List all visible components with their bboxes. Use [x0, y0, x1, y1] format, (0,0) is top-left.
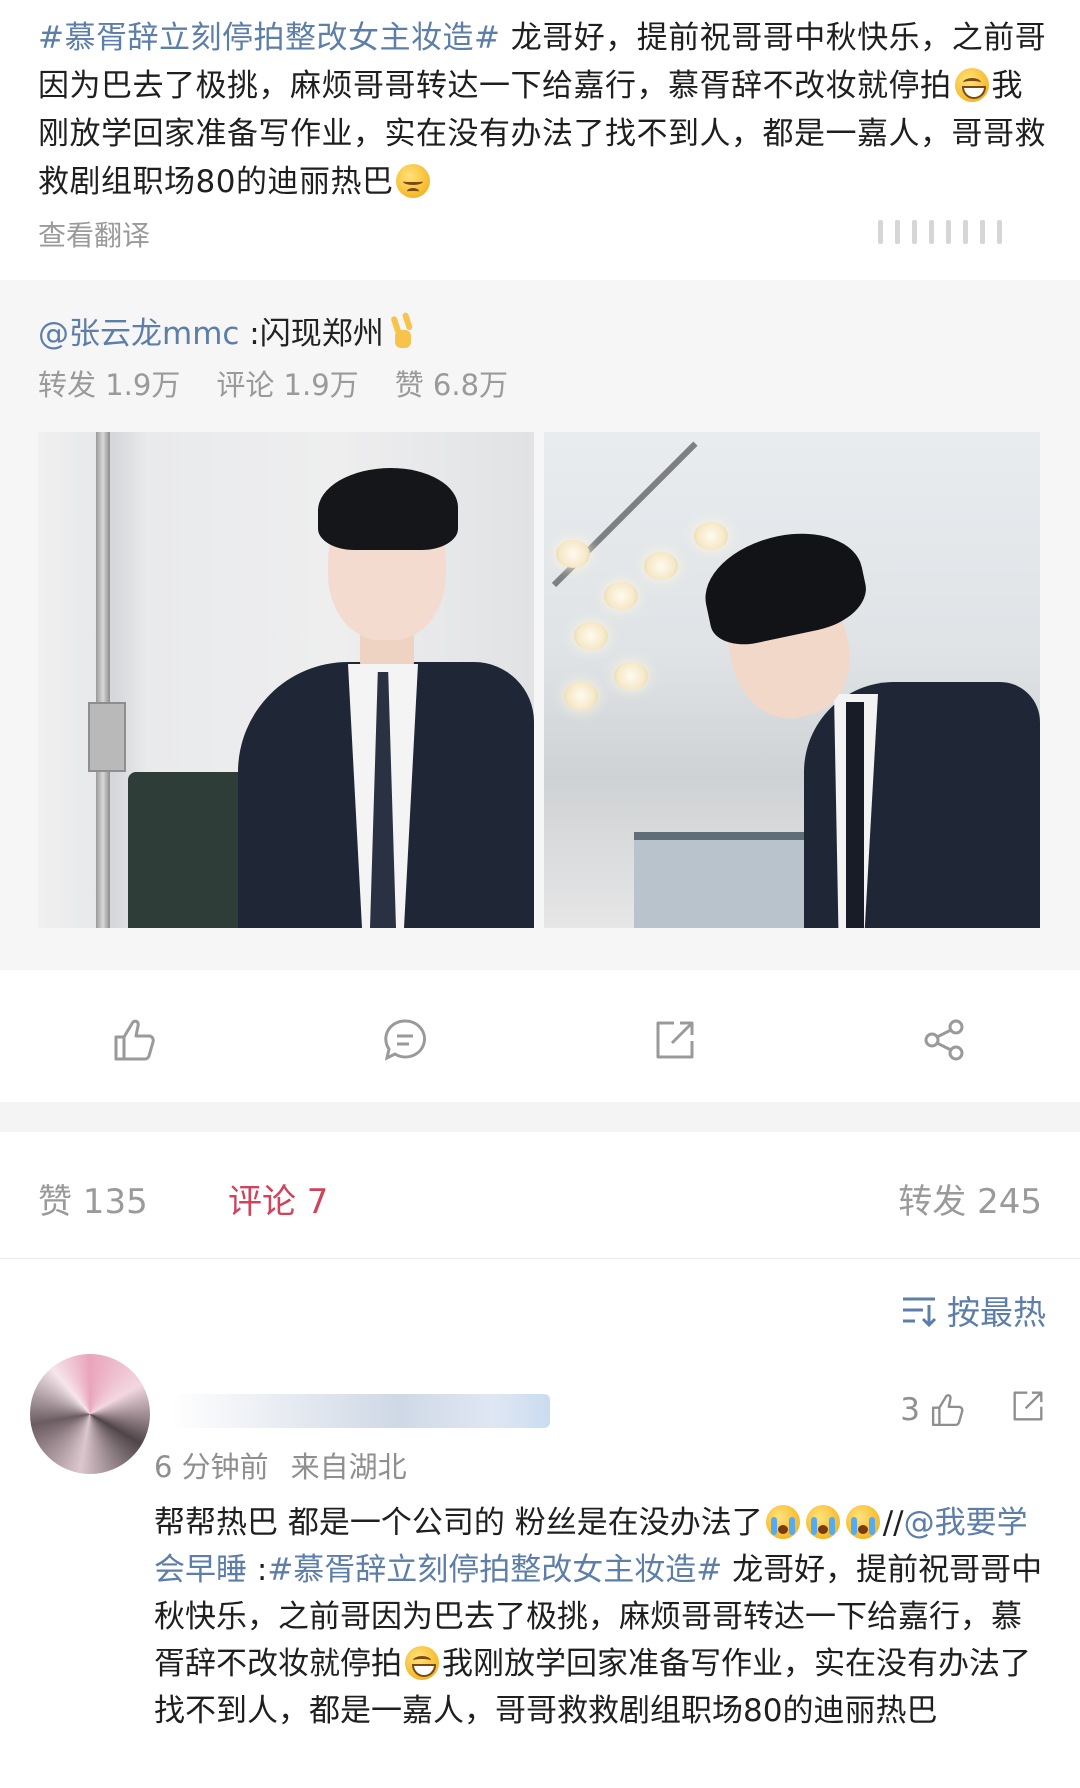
thumbs-up-icon[interactable]	[110, 1015, 160, 1065]
comment-repost-prefix: //	[882, 1505, 904, 1541]
photo-1-pipe	[96, 432, 110, 928]
post-text: #慕胥辞立刻停拍整改女主妆造# 龙哥好，提前祝哥哥中秋快乐，之前哥因为巴去了极挑…	[38, 14, 1048, 206]
comment-time: 6 分钟前	[154, 1450, 269, 1484]
comment-like-button[interactable]: 3	[900, 1392, 966, 1428]
loading-indicator	[878, 218, 1038, 246]
repost-card[interactable]: @张云龙mmc :闪现郑州 转发 1.9万 评论 1.9万 赞 6.8万	[0, 280, 1080, 970]
thumbs-up-icon	[931, 1394, 964, 1427]
comment-username-blurred[interactable]	[170, 1394, 550, 1428]
repost-author-text: :闪现郑州	[239, 316, 384, 352]
photo-1-hair	[318, 468, 458, 550]
comment-icon[interactable]	[380, 1015, 430, 1065]
repost-stat-like: 赞 6.8万	[394, 368, 509, 402]
repost-stat-repost: 转发 1.9万	[38, 368, 181, 402]
photo-2-bulb	[574, 622, 608, 650]
comment-colon: :	[247, 1552, 268, 1588]
crying-face-icon	[805, 1505, 840, 1539]
sort-icon	[903, 1297, 937, 1327]
comment-meta: 6 分钟前 来自湖北	[154, 1444, 407, 1486]
photo-1-box	[88, 702, 126, 772]
tab-divider	[0, 1258, 1080, 1259]
pensive-face-icon	[396, 164, 431, 198]
share-icon[interactable]	[920, 1015, 970, 1065]
translate-link[interactable]: 查看翻译	[38, 214, 150, 254]
crying-face-icon	[845, 1505, 880, 1539]
photo-2-bulb	[564, 682, 598, 710]
post-hashtag[interactable]: #慕胥辞立刻停拍整改女主妆造#	[38, 20, 500, 56]
comment-actions: 3	[900, 1388, 1046, 1432]
crying-face-icon	[765, 1505, 800, 1539]
photo-2-tie	[846, 702, 864, 928]
comment-like-count: 3	[900, 1392, 920, 1428]
tab-reposts[interactable]: 转发 245	[898, 1174, 1042, 1223]
repost-icon	[1013, 1391, 1043, 1421]
repost-stats: 转发 1.9万 评论 1.9万 赞 6.8万	[38, 362, 508, 404]
grinning-face-icon	[405, 1646, 439, 1680]
tab-comments[interactable]: 评论 7	[228, 1174, 328, 1223]
repost-icon[interactable]	[650, 1015, 700, 1065]
victory-hand-icon	[387, 316, 417, 350]
action-bar	[0, 990, 1080, 1090]
comment-repost-button[interactable]	[1010, 1388, 1046, 1432]
repost-author-mention[interactable]: @张云龙mmc	[38, 316, 239, 352]
photo-2-bulb	[614, 662, 648, 690]
photo-2-bulb	[694, 522, 728, 550]
sort-label: 按最热	[947, 1293, 1046, 1332]
sort-button[interactable]: 按最热	[901, 1286, 1046, 1334]
photo-2[interactable]	[544, 432, 1040, 928]
photo-2-bulb	[556, 540, 590, 568]
comment-text-start: 帮帮热巴 都是一个公司的 粉丝是在没办法了	[154, 1505, 763, 1541]
comment-hashtag[interactable]: #慕胥辞立刻停拍整改女主妆造#	[267, 1552, 722, 1588]
comment-location: 来自湖北	[290, 1450, 407, 1484]
repost-author-line: @张云龙mmc :闪现郑州	[38, 308, 420, 353]
section-divider	[0, 1102, 1080, 1132]
tab-likes[interactable]: 赞 135	[38, 1174, 148, 1223]
comment-body: 帮帮热巴 都是一个公司的 粉丝是在没办法了//@我要学会早睡 :#慕胥辞立刻停拍…	[154, 1500, 1044, 1735]
repost-stat-comment: 评论 1.9万	[216, 368, 359, 402]
photo-2-bulb	[604, 582, 638, 610]
avatar[interactable]	[30, 1354, 150, 1474]
grinning-face-icon	[954, 68, 989, 102]
photo-2-bulb	[644, 552, 678, 580]
tab-row: 赞 135 评论 7 转发 245	[0, 1160, 1080, 1230]
photo-1[interactable]	[38, 432, 534, 928]
